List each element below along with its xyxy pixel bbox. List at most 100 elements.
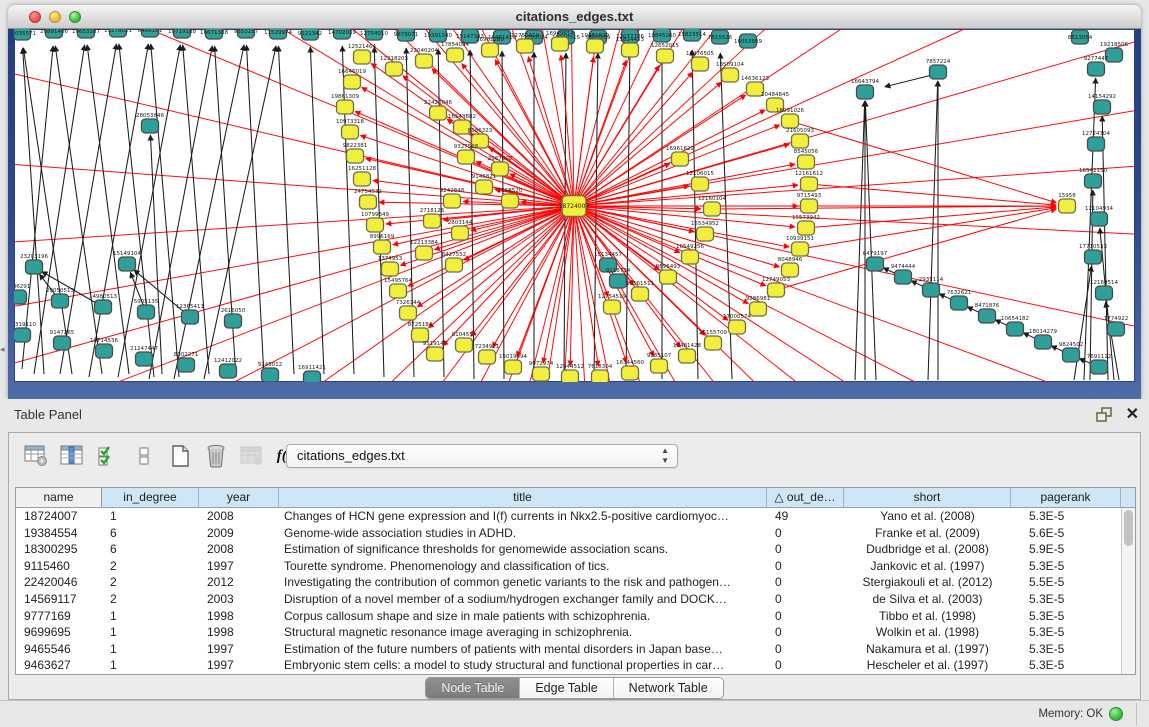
column-header-year[interactable]: year: [199, 488, 279, 507]
cell[interactable]: 5.6E-5: [1011, 525, 1121, 542]
network-node[interactable]: [1091, 360, 1108, 374]
network-node[interactable]: [138, 305, 155, 319]
network-node[interactable]: [867, 257, 884, 271]
network-node[interactable]: [367, 218, 384, 232]
cell[interactable]: 49: [767, 508, 844, 525]
change-table-mode-icon[interactable]: [21, 441, 51, 471]
network-node[interactable]: [704, 202, 721, 216]
network-node[interactable]: [768, 283, 785, 297]
network-node[interactable]: [1091, 212, 1108, 226]
cell[interactable]: 1997: [199, 657, 279, 674]
cell[interactable]: Jankovic et al. (1997): [844, 558, 1011, 575]
cell[interactable]: 18724007: [16, 508, 102, 525]
network-node[interactable]: [96, 344, 113, 358]
cell[interactable]: 5.3E-5: [1011, 591, 1121, 608]
network-node[interactable]: [622, 366, 639, 380]
network-node[interactable]: [923, 283, 940, 297]
network-node[interactable]: [562, 370, 579, 382]
cell[interactable]: 18300295: [16, 541, 102, 558]
network-node[interactable]: [632, 287, 649, 301]
create-column-icon[interactable]: [165, 441, 195, 471]
cell[interactable]: 9115460: [16, 558, 102, 575]
cell[interactable]: Disruption of a novel member of a sodium…: [279, 591, 767, 608]
cell[interactable]: 1: [102, 657, 199, 674]
network-node[interactable]: [136, 352, 153, 366]
vertical-scrollbar[interactable]: [1121, 508, 1135, 674]
memory-status-indicator[interactable]: [1109, 707, 1123, 721]
network-node[interactable]: [587, 39, 604, 53]
network-node[interactable]: [951, 296, 968, 310]
network-node[interactable]: [1035, 335, 1052, 349]
cell[interactable]: 1: [102, 608, 199, 625]
network-node[interactable]: [304, 371, 321, 382]
network-node[interactable]: [182, 310, 199, 324]
table-row[interactable]: 1872400712008Changes of HCN gene express…: [16, 508, 1135, 525]
network-node[interactable]: [424, 214, 441, 228]
cell[interactable]: Dudbridge et al. (2008): [844, 541, 1011, 558]
table-row[interactable]: 1456911722003Disruption of a novel membe…: [16, 591, 1135, 608]
cell[interactable]: 0: [767, 591, 844, 608]
network-node[interactable]: [1085, 174, 1102, 188]
network-node[interactable]: [390, 284, 407, 298]
cell[interactable]: 22420046: [16, 574, 102, 591]
cell[interactable]: Investigating the contribution of common…: [279, 574, 767, 591]
network-node[interactable]: [782, 263, 799, 277]
network-node[interactable]: [782, 114, 799, 128]
network-node[interactable]: [801, 199, 818, 213]
cell[interactable]: 2008: [199, 541, 279, 558]
table-row[interactable]: 911546021997Tourette syndrome. Phenomeno…: [16, 558, 1135, 575]
cell[interactable]: Corpus callosum shape and size in male p…: [279, 608, 767, 625]
network-node[interactable]: [427, 347, 444, 361]
select-columns-icon[interactable]: [93, 441, 123, 471]
cell[interactable]: 0: [767, 624, 844, 641]
network-node[interactable]: [722, 68, 739, 82]
network-node[interactable]: [360, 195, 377, 209]
cell[interactable]: 1: [102, 624, 199, 641]
network-node[interactable]: [225, 314, 242, 328]
network-node[interactable]: [416, 246, 433, 260]
network-node[interactable]: [382, 262, 399, 276]
network-node[interactable]: [430, 106, 447, 120]
scrollbar-thumb[interactable]: [1124, 510, 1133, 546]
close-window-button[interactable]: [29, 11, 41, 23]
cell[interactable]: 2012: [199, 574, 279, 591]
column-header-name[interactable]: name: [16, 488, 102, 507]
cell[interactable]: 2003: [199, 591, 279, 608]
cell[interactable]: 9699695: [16, 624, 102, 641]
cell[interactable]: Franke et al. (2009): [844, 525, 1011, 542]
network-node[interactable]: [552, 37, 569, 51]
collapse-west-panel-arrow[interactable]: ◂: [0, 344, 5, 355]
column-header-in_degree[interactable]: in_degree: [102, 488, 199, 507]
network-node[interactable]: [262, 368, 279, 382]
column-header-out_de[interactable]: △ out_de…: [767, 488, 844, 507]
network-node[interactable]: [452, 226, 469, 240]
cell[interactable]: 2: [102, 574, 199, 591]
cell[interactable]: Hescheler et al. (1997): [844, 657, 1011, 674]
network-node[interactable]: [400, 306, 417, 320]
network-node[interactable]: [1094, 100, 1111, 114]
column-header-pagerank[interactable]: pagerank: [1011, 488, 1121, 507]
table-row[interactable]: 946362711997Embryonic stem cells: a mode…: [16, 657, 1135, 674]
network-node[interactable]: [798, 155, 815, 169]
network-node[interactable]: [1108, 322, 1125, 336]
network-node[interactable]: [142, 119, 159, 133]
network-node[interactable]: [416, 54, 433, 68]
cell[interactable]: Stergiakouli et al. (2012): [844, 574, 1011, 591]
network-node[interactable]: [1059, 199, 1076, 213]
table-row[interactable]: 1830029562008Estimation of significance …: [16, 541, 1135, 558]
row-height-icon[interactable]: [129, 441, 159, 471]
cell[interactable]: 5.3E-5: [1011, 657, 1121, 674]
cell[interactable]: 2: [102, 591, 199, 608]
cell[interactable]: Tourette syndrome. Phenomenology and cla…: [279, 558, 767, 575]
network-node[interactable]: [857, 85, 874, 99]
column-header-title[interactable]: title: [279, 488, 767, 507]
network-node[interactable]: [412, 328, 429, 342]
cell[interactable]: Estimation of the future numbers of pati…: [279, 641, 767, 658]
network-node[interactable]: [517, 39, 534, 53]
cell[interactable]: 5.9E-5: [1011, 541, 1121, 558]
network-node[interactable]: [705, 336, 722, 350]
network-node[interactable]: [679, 349, 696, 363]
network-node[interactable]: [95, 300, 112, 314]
cell[interactable]: Nakamura et al. (1997): [844, 641, 1011, 658]
cell[interactable]: 0: [767, 657, 844, 674]
